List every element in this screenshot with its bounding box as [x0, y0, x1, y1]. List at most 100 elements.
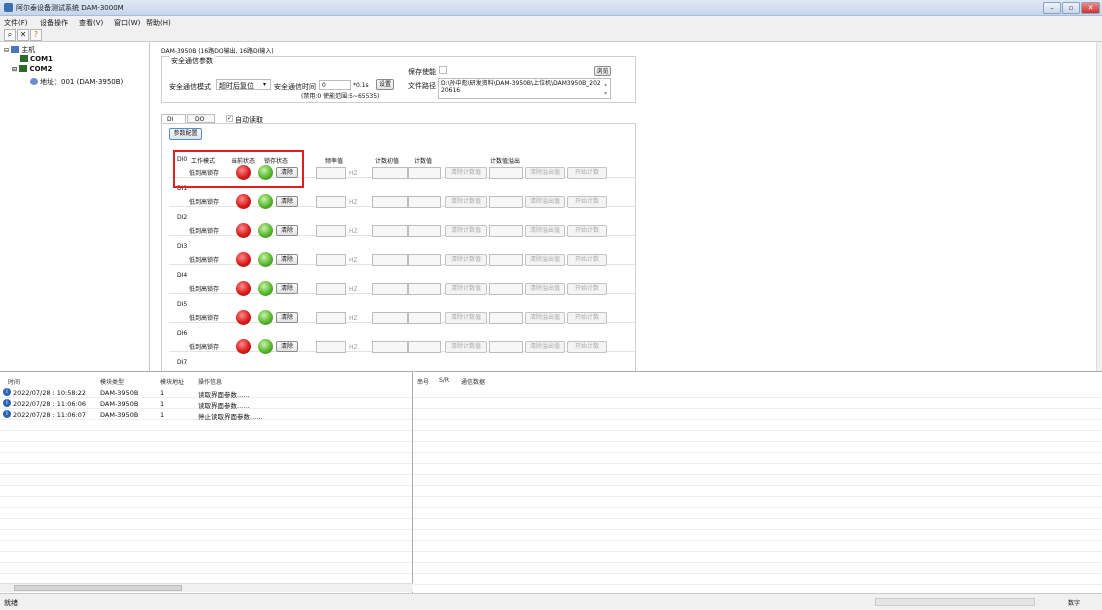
table-row[interactable]	[414, 497, 1102, 508]
table-row[interactable]	[414, 453, 1102, 464]
computer-icon	[11, 46, 20, 53]
table-row[interactable]	[414, 563, 1102, 574]
table-row[interactable]	[414, 442, 1102, 453]
set-button[interactable]: 设置	[376, 79, 394, 90]
table-row[interactable]	[0, 552, 412, 563]
count-init-field	[372, 167, 408, 179]
table-row[interactable]	[414, 431, 1102, 442]
table-row[interactable]	[414, 541, 1102, 552]
maximize-icon[interactable]: ▫	[1062, 2, 1080, 14]
table-row[interactable]	[0, 519, 412, 530]
table-row[interactable]	[0, 486, 412, 497]
scroll-down-icon[interactable]: ▾	[604, 90, 607, 97]
clear-overflow-button[interactable]: 清除溢出值	[525, 341, 565, 353]
clear-count-button[interactable]: 清除计数值	[445, 312, 487, 324]
log-hscrollbar[interactable]	[0, 583, 413, 592]
save-enable-checkbox[interactable]	[439, 66, 447, 74]
start-count-button[interactable]: 开始计数	[567, 312, 607, 324]
clear-overflow-button[interactable]: 清除溢出值	[525, 167, 565, 179]
help-icon[interactable]: ?	[30, 29, 42, 41]
clear-overflow-button[interactable]: 清除溢出值	[525, 254, 565, 266]
table-row[interactable]	[0, 541, 412, 552]
clear-latch-button[interactable]: 清除	[276, 312, 298, 323]
table-row[interactable]	[0, 563, 412, 574]
table-row[interactable]	[414, 508, 1102, 519]
highlight-box	[173, 150, 304, 188]
start-count-button[interactable]: 开始计数	[567, 167, 607, 179]
table-row[interactable]	[0, 530, 412, 541]
start-count-button[interactable]: 开始计数	[567, 283, 607, 295]
clear-overflow-button[interactable]: 清除溢出值	[525, 225, 565, 237]
tree-com1[interactable]: COM1	[20, 55, 53, 63]
clear-count-button[interactable]: 清除计数值	[445, 341, 487, 353]
table-row[interactable]	[0, 442, 412, 453]
table-row[interactable]	[414, 420, 1102, 431]
menu-help[interactable]: 帮助(H)	[146, 18, 171, 28]
menu-view[interactable]: 查看(V)	[79, 18, 103, 28]
clear-latch-button[interactable]: 清除	[276, 225, 298, 236]
table-row[interactable]: i 2022/07/28 : 11:06:07 DAM-3950B 1 停止读取界面参数…	[0, 409, 412, 421]
table-row[interactable]	[0, 453, 412, 464]
file-path-field[interactable]: D:\孙中彪\研发资料\DAM-3950B\上位机\DAM3950B_20220…	[438, 78, 611, 99]
clear-overflow-button[interactable]: 清除溢出值	[525, 196, 565, 208]
start-count-button[interactable]: 开始计数	[567, 341, 607, 353]
clear-latch-button[interactable]: 清除	[276, 196, 298, 207]
port-icon	[20, 55, 28, 62]
table-row[interactable]	[414, 574, 1102, 585]
param-config-button[interactable]: 参数配置	[169, 128, 202, 140]
table-row[interactable]: i 2022/07/28 : 11:06:06 DAM-3950B 1 读取界面参数..…	[0, 398, 412, 410]
main-vscrollbar[interactable]	[1096, 42, 1102, 371]
clear-latch-button[interactable]: 清除	[276, 341, 298, 352]
log-type: DAM-3950B	[100, 411, 139, 419]
clear-latch-button[interactable]: 清除	[276, 283, 298, 294]
table-row[interactable]	[0, 464, 412, 475]
table-row[interactable]	[0, 475, 412, 486]
browse-button[interactable]: 浏览	[594, 66, 611, 76]
clear-count-button[interactable]: 清除计数值	[445, 283, 487, 295]
close-icon[interactable]: ✕	[1081, 2, 1100, 14]
clear-count-button[interactable]: 清除计数值	[445, 254, 487, 266]
table-row[interactable]	[0, 508, 412, 519]
table-row[interactable]	[0, 431, 412, 442]
scroll-up-icon[interactable]: ▴	[604, 81, 607, 88]
tab-do[interactable]: DO	[187, 114, 215, 123]
channel-mode: 低到高锁存	[189, 286, 220, 293]
auto-read-checkbox[interactable]: ✓	[226, 115, 233, 122]
table-row[interactable]: i 2022/07/28 : 10:58:22 DAM-3950B 1 读取界面参数..…	[0, 387, 412, 399]
table-row[interactable]	[414, 464, 1102, 475]
table-row[interactable]	[414, 475, 1102, 486]
table-row[interactable]	[414, 387, 1102, 398]
clear-overflow-button[interactable]: 清除溢出值	[525, 283, 565, 295]
table-row[interactable]	[414, 398, 1102, 409]
tree-com2[interactable]: ⊟ COM2	[12, 65, 52, 73]
table-row[interactable]	[0, 420, 412, 431]
minimize-icon[interactable]: –	[1043, 2, 1061, 14]
progress-bar	[875, 598, 1035, 606]
menu-window[interactable]: 窗口(W)	[114, 18, 140, 28]
menu-device-ops[interactable]: 设备操作	[40, 18, 68, 28]
clear-count-button[interactable]: 清除计数值	[445, 167, 487, 179]
start-count-button[interactable]: 开始计数	[567, 196, 607, 208]
tree-root[interactable]: ⊟ 主机	[4, 45, 35, 55]
table-row[interactable]	[414, 530, 1102, 541]
count-init-field	[372, 225, 408, 237]
tab-di[interactable]: DI	[161, 114, 186, 123]
clear-count-button[interactable]: 清除计数值	[445, 225, 487, 237]
clear-count-button[interactable]: 清除计数值	[445, 196, 487, 208]
table-row[interactable]	[414, 409, 1102, 420]
start-count-button[interactable]: 开始计数	[567, 225, 607, 237]
table-row[interactable]	[414, 552, 1102, 563]
start-count-button[interactable]: 开始计数	[567, 254, 607, 266]
safe-time-input[interactable]: 0	[319, 80, 351, 90]
clear-overflow-button[interactable]: 清除溢出值	[525, 312, 565, 324]
safe-mode-select[interactable]: 超时后复位 ▾	[216, 79, 271, 90]
table-row[interactable]	[414, 486, 1102, 497]
scroll-thumb[interactable]	[14, 585, 182, 591]
clear-latch-button[interactable]: 清除	[276, 254, 298, 265]
delete-icon[interactable]: ✕	[17, 29, 29, 41]
tree-device[interactable]: 地址：001 (DAM-3950B)	[30, 77, 123, 87]
menu-file[interactable]: 文件(F)	[4, 18, 28, 28]
table-row[interactable]	[0, 497, 412, 508]
table-row[interactable]	[414, 519, 1102, 530]
search-icon[interactable]: ⌕	[4, 29, 16, 41]
